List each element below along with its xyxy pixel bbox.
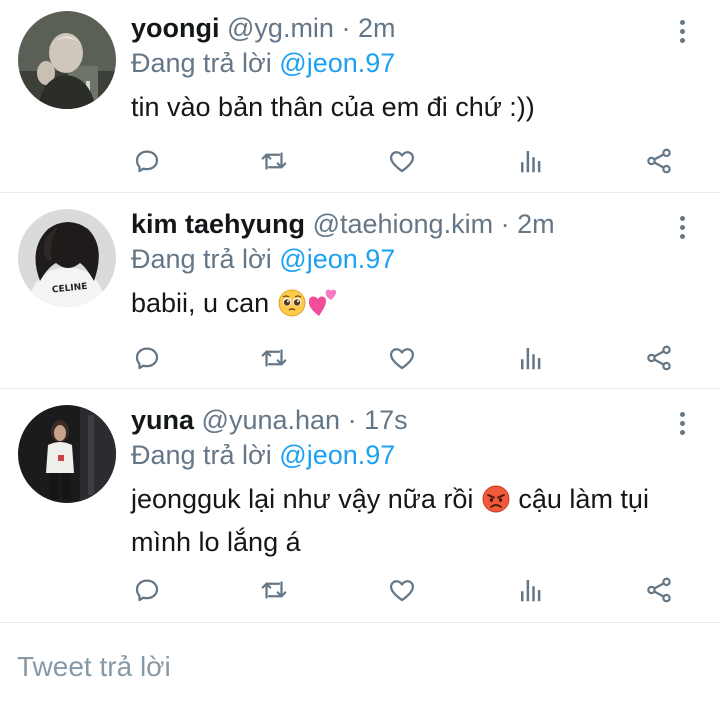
replying-to: Đang trả lời @jeon.97 [131, 439, 395, 471]
replying-to-label: Đang trả lời [131, 440, 272, 470]
angry-face-icon [481, 484, 511, 524]
analytics-icon[interactable] [511, 141, 551, 181]
author-handle[interactable]: @yuna.han [202, 405, 341, 435]
more-options-icon[interactable] [672, 406, 692, 440]
author-name[interactable]: yuna [131, 405, 194, 435]
tweet-text: babii, u can [131, 285, 701, 328]
reply-icon[interactable] [127, 570, 167, 610]
replying-to-mention[interactable]: @jeon.97 [279, 440, 395, 470]
tweet-2[interactable]: CELINE kim taehyung @taehiong.kim · 2m Đ… [0, 193, 720, 389]
replying-to: Đang trả lời @jeon.97 [131, 243, 395, 275]
avatar[interactable] [18, 11, 116, 109]
replying-to-label: Đang trả lời [131, 48, 272, 78]
more-options-icon[interactable] [672, 14, 692, 48]
author-name[interactable]: yoongi [131, 13, 220, 43]
retweet-icon[interactable] [254, 141, 294, 181]
author-handle[interactable]: @yg.min [227, 13, 334, 43]
share-icon[interactable] [639, 141, 679, 181]
tweet-3[interactable]: yuna @yuna.han · 17s Đang trả lời @jeon.… [0, 389, 720, 623]
separator-dot: · [500, 209, 510, 239]
reply-composer[interactable]: Tweet trả lời [0, 623, 720, 703]
retweet-icon[interactable] [254, 570, 294, 610]
tweet-1[interactable]: yoongi @yg.min · 2m Đang trả lời @jeon.9… [0, 0, 720, 193]
tweet-actions [0, 338, 720, 378]
analytics-icon[interactable] [511, 338, 551, 378]
replying-to: Đang trả lời @jeon.97 [131, 47, 395, 79]
avatar[interactable]: CELINE [18, 209, 116, 307]
share-icon[interactable] [639, 338, 679, 378]
tweet-text: jeongguk lại như vậy nữa rồi cậu làm tụi… [131, 481, 701, 561]
replying-to-mention[interactable]: @jeon.97 [279, 48, 395, 78]
tweet-text: tin vào bản thân của em đi chứ :)) [131, 89, 701, 126]
retweet-icon[interactable] [254, 338, 294, 378]
avatar[interactable] [18, 405, 116, 503]
reply-input[interactable]: Tweet trả lời [17, 651, 171, 683]
more-options-icon[interactable] [672, 210, 692, 244]
tweet-actions [0, 570, 720, 610]
author-name[interactable]: kim taehyung [131, 209, 305, 239]
share-icon[interactable] [639, 570, 679, 610]
tweet-text-content: tin vào bản thân của em đi chứ :)) [131, 92, 535, 122]
timestamp[interactable]: 17s [364, 405, 408, 435]
separator-dot: · [347, 405, 357, 435]
separator-dot: · [341, 13, 351, 43]
timestamp[interactable]: 2m [358, 13, 396, 43]
timestamp[interactable]: 2m [517, 209, 555, 239]
tweet-header: kim taehyung @taehiong.kim · 2m [131, 208, 555, 240]
reply-icon[interactable] [127, 141, 167, 181]
like-icon[interactable] [382, 141, 422, 181]
reply-icon[interactable] [127, 338, 167, 378]
like-icon[interactable] [382, 338, 422, 378]
two-hearts-icon [307, 286, 341, 328]
tweet-text-part1: jeongguk lại như vậy nữa rồi [131, 484, 474, 514]
replying-to-mention[interactable]: @jeon.97 [279, 244, 395, 274]
like-icon[interactable] [382, 570, 422, 610]
tweet-header: yoongi @yg.min · 2m [131, 12, 396, 44]
author-handle[interactable]: @taehiong.kim [313, 209, 494, 239]
tweet-header: yuna @yuna.han · 17s [131, 404, 408, 436]
replying-to-label: Đang trả lời [131, 244, 272, 274]
pleading-face-icon [277, 288, 307, 328]
analytics-icon[interactable] [511, 570, 551, 610]
tweet-actions [0, 141, 720, 181]
tweet-text-content: babii, u can [131, 288, 270, 318]
